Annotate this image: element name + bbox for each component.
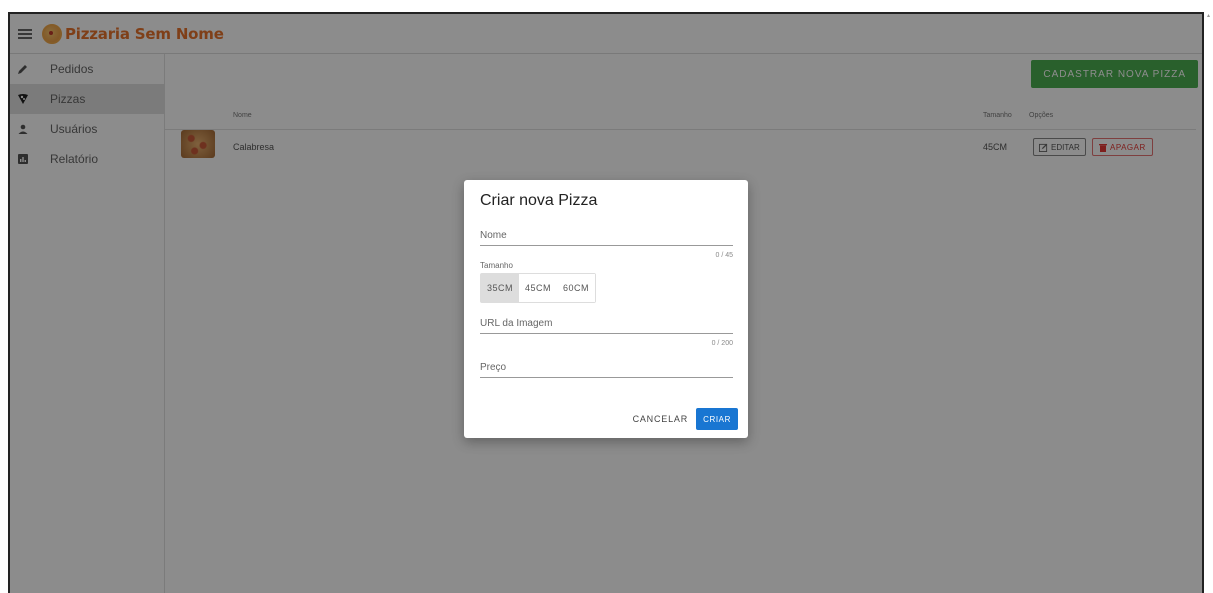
- scrollbar-arrow-icon[interactable]: ▴: [1207, 12, 1213, 19]
- app-window: Pizzaria Sem Nome Pedidos Pizzas Usuário…: [8, 12, 1204, 593]
- size-option-35cm[interactable]: 35CM: [481, 274, 520, 302]
- price-field[interactable]: Preço: [480, 362, 733, 378]
- image-url-field-label: URL da Imagem: [480, 318, 553, 329]
- image-url-counter: 0 / 200: [711, 340, 733, 347]
- image-url-field-underline: [480, 333, 733, 334]
- size-option-45cm[interactable]: 45CM: [519, 274, 558, 302]
- size-toggle-group: 35CM 45CM 60CM: [480, 273, 597, 303]
- price-field-underline: [480, 377, 733, 378]
- name-counter: 0 / 45: [715, 252, 733, 259]
- cancel-button[interactable]: CANCELAR: [629, 408, 692, 430]
- size-label: Tamanho: [480, 261, 513, 270]
- dialog-title: Criar nova Pizza: [480, 192, 598, 209]
- image-url-field[interactable]: URL da Imagem 0 / 200: [480, 318, 733, 347]
- create-button[interactable]: CRIAR: [696, 408, 738, 430]
- create-pizza-dialog: Criar nova Pizza Nome 0 / 45 Tamanho 35C…: [464, 180, 748, 438]
- name-field[interactable]: Nome 0 / 45: [480, 230, 733, 259]
- name-field-label: Nome: [480, 230, 507, 241]
- size-option-60cm[interactable]: 60CM: [557, 274, 596, 302]
- price-field-label: Preço: [480, 362, 507, 373]
- name-field-underline: [480, 245, 733, 246]
